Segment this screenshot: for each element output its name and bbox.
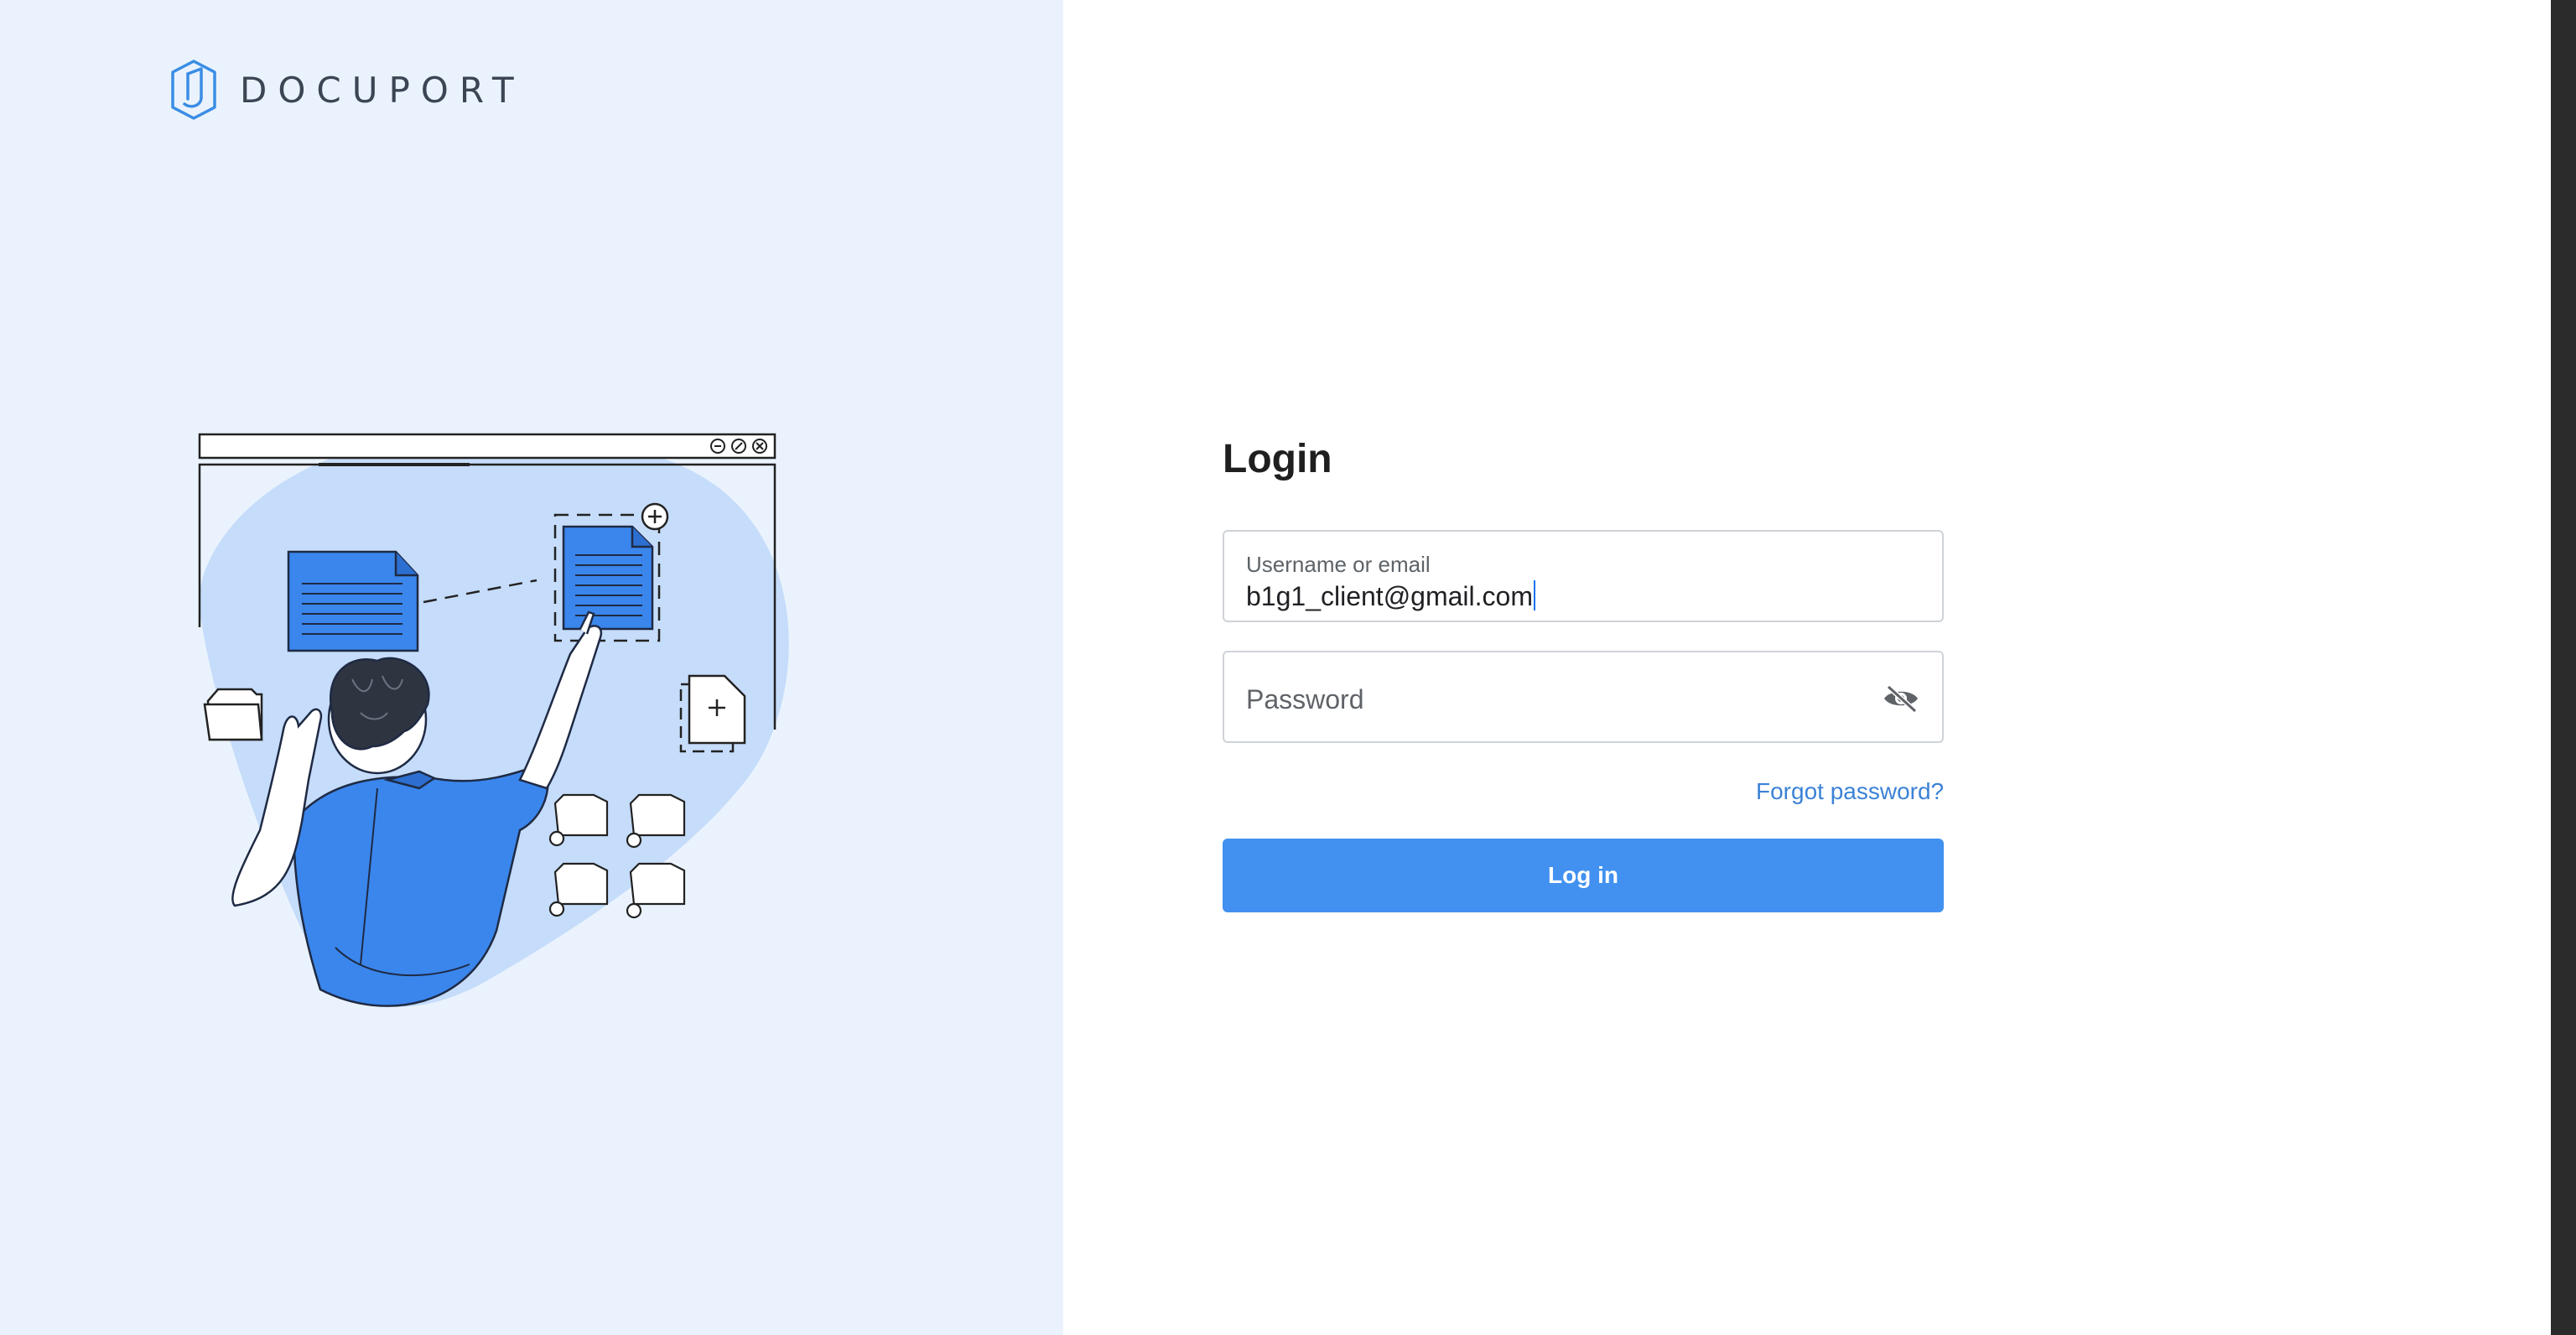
scrollbar[interactable] (2551, 0, 2576, 1335)
eye-slash-icon[interactable] (1882, 684, 1920, 713)
username-input[interactable]: b1g1_client@gmail.com (1246, 580, 1535, 612)
docuport-logo-icon (171, 60, 216, 120)
login-title: Login (1223, 437, 1332, 481)
username-value: b1g1_client@gmail.com (1246, 581, 1533, 611)
logo: DOCUPORT (169, 59, 525, 121)
left-panel: DOCUPORT (0, 0, 1063, 1335)
password-placeholder: Password (1246, 684, 1364, 714)
text-caret (1533, 580, 1535, 610)
illustration-person-with-documents (198, 433, 789, 1007)
username-label: Username or email (1246, 552, 1431, 577)
login-button[interactable]: Log in (1223, 839, 1944, 912)
brand-name: DOCUPORT (240, 69, 525, 111)
password-field[interactable]: Password (1223, 651, 1944, 743)
forgot-password-link[interactable]: Forgot password? (1756, 778, 1944, 805)
username-field[interactable]: Username or email b1g1_client@gmail.com (1223, 530, 1944, 622)
